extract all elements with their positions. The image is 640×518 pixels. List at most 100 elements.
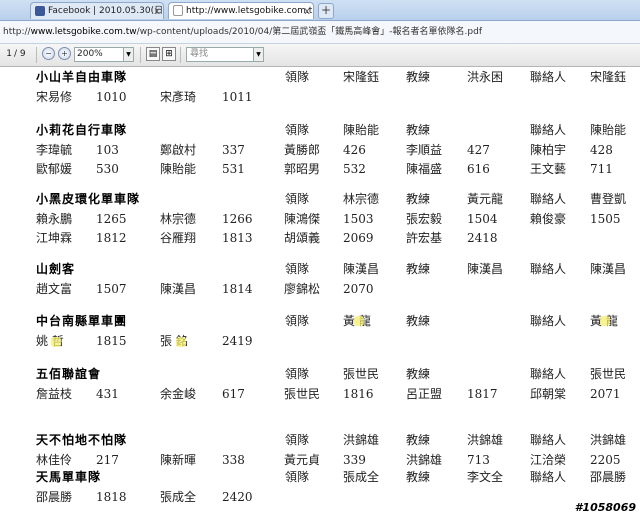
- member-number: 2070: [343, 282, 374, 296]
- member-number: 338: [222, 453, 245, 467]
- member-name: 陳鴻傑: [284, 212, 321, 226]
- contact-name: 邵晨勝: [590, 470, 627, 484]
- coach-label: 教練: [406, 262, 431, 276]
- member-name: 江坤霖: [36, 231, 73, 245]
- privacy-blur: [600, 316, 610, 326]
- coach-label: 教練: [406, 70, 431, 84]
- find-input[interactable]: 尋找: [186, 47, 254, 62]
- member-number: 2071: [590, 387, 621, 401]
- toolbar-divider: [140, 47, 141, 63]
- member-number: 1507: [96, 282, 127, 296]
- tab-title: Facebook | 2010.05.30(日)...: [48, 6, 164, 16]
- toolbar-divider: [180, 47, 181, 63]
- member-name: 王文藝: [530, 162, 567, 176]
- zoom-out-icon[interactable]: −: [42, 47, 55, 60]
- member-name: 鄭啟村: [160, 143, 197, 157]
- team-name: 五佰聯誼會: [36, 367, 102, 381]
- leader-name: 張世民: [343, 367, 380, 381]
- member-name: 邵晨勝: [36, 490, 73, 504]
- member-name: 呂正盟: [406, 387, 443, 401]
- member-number: 103: [96, 143, 119, 157]
- member-number: 1505: [590, 212, 621, 226]
- member-number: 1814: [222, 282, 253, 296]
- member-name: 邱朝棠: [530, 387, 567, 401]
- member-name: 詹益枝: [36, 387, 73, 401]
- contact-label: 聯絡人: [530, 192, 567, 206]
- member-name: 宋彥琦: [160, 90, 197, 104]
- privacy-blur: [354, 316, 364, 326]
- member-number: 2420: [222, 490, 253, 504]
- contact-label: 聯絡人: [530, 262, 567, 276]
- member-name: 陳柏宇: [530, 143, 567, 157]
- page-icon: [173, 5, 183, 16]
- toolbar-divider: [36, 47, 37, 63]
- zoom-in-icon[interactable]: +: [58, 47, 71, 60]
- contact-label: 聯絡人: [530, 314, 567, 328]
- zoom-input[interactable]: 200%: [74, 47, 124, 62]
- member-number: 337: [222, 143, 245, 157]
- member-number: 2205: [590, 453, 621, 467]
- member-number: 1011: [222, 90, 253, 104]
- tab-title: http://www.letsgobike.com.t...: [186, 6, 314, 16]
- contact-name: 陳漢昌: [590, 262, 627, 276]
- leader-label: 領隊: [285, 70, 310, 84]
- team-name: 山劍客: [36, 262, 76, 276]
- leader-label: 領隊: [285, 314, 310, 328]
- coach-label: 教練: [406, 192, 431, 206]
- watermark: #1058069: [574, 501, 636, 514]
- page-total-label: / 9: [14, 49, 26, 59]
- member-name: 廖錦松: [284, 282, 321, 296]
- member-number: 1266: [222, 212, 253, 226]
- team-name: 天馬單車隊: [36, 470, 102, 484]
- contact-label: 聯絡人: [530, 470, 567, 484]
- leader-label: 領隊: [285, 262, 310, 276]
- privacy-blur: [51, 337, 61, 347]
- member-number: 217: [96, 453, 119, 467]
- coach-label: 教練: [406, 123, 431, 137]
- member-number: 713: [467, 453, 490, 467]
- member-number: 339: [343, 453, 366, 467]
- browser-tab-bar: Facebook | 2010.05.30(日)... x http://www…: [0, 0, 640, 21]
- leader-name: 宋隆鈺: [343, 70, 380, 84]
- fit-page-icon[interactable]: ⊞: [162, 47, 176, 61]
- coach-label: 教練: [406, 433, 431, 447]
- member-number: 1265: [96, 212, 127, 226]
- close-tab-icon[interactable]: x: [304, 3, 310, 19]
- address-bar[interactable]: http://www.letsgobike.com.tw/wp-content/…: [0, 21, 640, 44]
- leader-name: 洪錦雄: [343, 433, 380, 447]
- leader-name: 陳貽能: [343, 123, 380, 137]
- coach-name: 洪錦雄: [467, 433, 504, 447]
- new-tab-button[interactable]: +: [318, 3, 334, 19]
- pdf-toolbar: 1 / 9 − + 200% ▼ ▤ ⊞ 尋找 ▼: [0, 44, 640, 67]
- member-number: 532: [343, 162, 366, 176]
- member-number: 1813: [222, 231, 253, 245]
- member-number: 431: [96, 387, 119, 401]
- member-number: 1815: [96, 334, 127, 348]
- member-number: 1812: [96, 231, 127, 245]
- leader-label: 領隊: [285, 367, 310, 381]
- member-name: 林佳伶: [36, 453, 73, 467]
- coach-label: 教練: [406, 367, 431, 381]
- zoom-dropdown-icon[interactable]: ▼: [124, 47, 134, 62]
- fit-width-icon[interactable]: ▤: [146, 47, 160, 61]
- tab-letsgobike[interactable]: http://www.letsgobike.com.t... x: [168, 2, 314, 19]
- member-number: 1504: [467, 212, 498, 226]
- member-number: 1816: [343, 387, 374, 401]
- page-number-field[interactable]: 1: [0, 47, 12, 62]
- team-name: 小山羊自由車隊: [36, 70, 128, 84]
- member-name: 余金峻: [160, 387, 197, 401]
- member-number: 1010: [96, 90, 127, 104]
- contact-label: 聯絡人: [530, 433, 567, 447]
- close-tab-icon[interactable]: x: [154, 3, 160, 19]
- member-number: 427: [467, 143, 490, 157]
- member-name: 趙文富: [36, 282, 73, 296]
- member-name: 郭昭男: [284, 162, 321, 176]
- coach-label: 教練: [406, 470, 431, 484]
- team-name: 天不怕地不怕隊: [36, 433, 128, 447]
- leader-name: 陳漢昌: [343, 262, 380, 276]
- member-name: 陳新暉: [160, 453, 197, 467]
- find-dropdown-icon[interactable]: ▼: [254, 47, 264, 62]
- leader-name: 林宗德: [343, 192, 380, 206]
- tab-facebook[interactable]: Facebook | 2010.05.30(日)... x: [30, 2, 164, 19]
- coach-name: 洪永困: [467, 70, 504, 84]
